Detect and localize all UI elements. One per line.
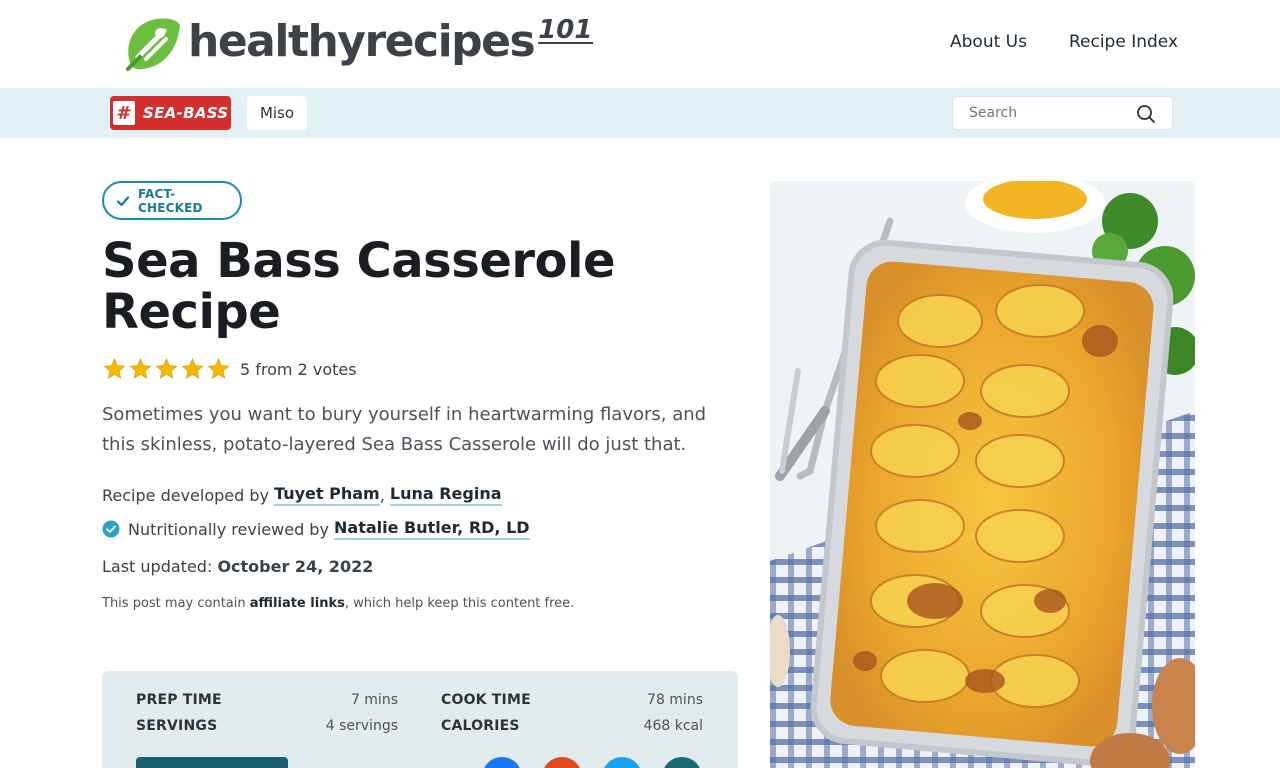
- star-rating[interactable]: [102, 357, 231, 381]
- tag-sea-bass[interactable]: # SEA-BASS: [110, 96, 231, 130]
- logo-leaf-icon: [126, 18, 180, 71]
- star-icon[interactable]: [154, 357, 179, 381]
- site-logo[interactable]: healthyrecipes 101: [120, 12, 593, 76]
- reviewed-by: Nutritionally reviewed by Natalie Butler…: [102, 518, 530, 540]
- calories-label: CALORIES: [441, 718, 520, 734]
- rating-text: 5 from 2 votes: [240, 359, 357, 379]
- star-icon[interactable]: [102, 357, 127, 381]
- email-share-icon[interactable]: [662, 757, 702, 768]
- casserole-photo: [770, 181, 1195, 768]
- fact-checked-badge[interactable]: FACT-CHECKED: [102, 181, 242, 220]
- jump-to-recipe-button[interactable]: [136, 757, 288, 768]
- recipe-info-box: PREP TIME 7 mins SERVINGS 4 servings COO…: [102, 671, 738, 768]
- hash-icon: #: [113, 101, 135, 125]
- nav-about-us[interactable]: About Us: [950, 32, 1027, 52]
- prep-time-value: 7 mins: [350, 692, 398, 708]
- recipe-title: Sea Bass Casserole Recipe: [102, 233, 616, 340]
- star-icon[interactable]: [180, 357, 205, 381]
- affiliate-link[interactable]: affiliate links: [250, 596, 345, 611]
- rating[interactable]: 5 from 2 votes: [102, 357, 357, 381]
- author-link[interactable]: Luna Regina: [389, 484, 502, 506]
- search-box: [952, 96, 1173, 130]
- twitter-share-icon[interactable]: [602, 757, 642, 768]
- recipe-description: Sometimes you want to bury yourself in h…: [102, 404, 707, 455]
- author-link[interactable]: Tuyet Pham: [274, 484, 380, 506]
- site-header: healthyrecipes 101 About Us Recipe Index: [0, 0, 1280, 88]
- tag-label: SEA-BASS: [143, 104, 229, 122]
- tag-miso[interactable]: Miso: [247, 96, 307, 130]
- byline-prefix: Recipe developed by: [102, 485, 269, 505]
- facebook-share-icon[interactable]: [482, 757, 522, 768]
- cook-time-label: COOK TIME: [441, 692, 531, 708]
- byline: Recipe developed by Tuyet Pham, Luna Reg…: [102, 484, 502, 506]
- search-icon[interactable]: [1136, 104, 1156, 124]
- updated-label: Last updated:: [102, 557, 213, 576]
- star-icon[interactable]: [206, 357, 231, 381]
- cook-time-value: 78 mins: [647, 692, 703, 708]
- reviewed-prefix: Nutritionally reviewed by: [128, 519, 329, 539]
- calories-value: 468 kcal: [643, 718, 703, 734]
- pinterest-share-icon[interactable]: [542, 757, 582, 768]
- verified-icon: [102, 520, 120, 538]
- main-nav: About Us Recipe Index: [950, 32, 1178, 52]
- nav-recipe-index[interactable]: Recipe Index: [1069, 32, 1178, 52]
- badge-label: FACT-CHECKED: [138, 186, 203, 215]
- logo-suffix: 101: [538, 15, 593, 45]
- recipe-hero-image: [770, 181, 1195, 768]
- servings-label: SERVINGS: [136, 718, 218, 734]
- reviewer-link[interactable]: Natalie Butler, RD, LD: [334, 518, 530, 540]
- checkmark-icon: [116, 195, 130, 206]
- updated-date: October 24, 2022: [217, 557, 374, 576]
- servings-value: 4 servings: [325, 718, 398, 734]
- star-icon[interactable]: [128, 357, 153, 381]
- affiliate-pre: This post may contain: [102, 596, 246, 611]
- logo-text: healthyrecipes: [188, 15, 536, 67]
- last-updated: Last updated: October 24, 2022: [102, 557, 373, 576]
- prep-time-label: PREP TIME: [136, 692, 222, 708]
- affiliate-notice: This post may contain affiliate links, w…: [102, 596, 574, 611]
- search-input[interactable]: [969, 105, 1129, 121]
- affiliate-post: , which help keep this content free.: [344, 596, 575, 611]
